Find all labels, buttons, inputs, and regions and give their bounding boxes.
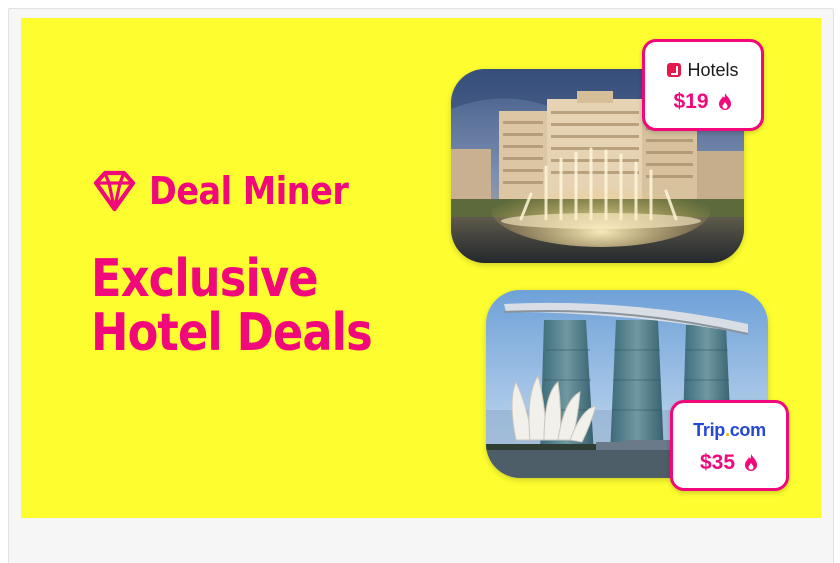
headline: Exclusive Hotel Deals bbox=[91, 252, 401, 360]
hotels-logo-icon bbox=[667, 63, 682, 77]
deal-badge-trip[interactable]: Trip.com $35 bbox=[670, 400, 789, 491]
deal-price: $35 bbox=[699, 450, 736, 474]
provider-name: Hotels bbox=[687, 59, 739, 80]
headline-line-2: Hotel Deals bbox=[91, 303, 373, 363]
provider-hotels: Hotels bbox=[667, 58, 739, 82]
brand-logo: Deal Miner bbox=[90, 168, 376, 214]
trip-logo-suffix: com bbox=[729, 420, 766, 440]
gem-icon bbox=[93, 170, 136, 212]
price-row: $35 bbox=[700, 452, 759, 473]
flame-icon bbox=[745, 453, 758, 471]
provider-trip: Trip.com bbox=[693, 419, 766, 443]
deal-badge-hotels[interactable]: Hotels $19 bbox=[642, 39, 764, 131]
ad-banner[interactable]: Deal Miner Exclusive Hotel Deals Hotels … bbox=[21, 18, 821, 518]
brand-name: Deal Miner bbox=[149, 169, 349, 213]
headline-line-1: Exclusive bbox=[91, 249, 319, 309]
deal-price: $19 bbox=[673, 90, 709, 113]
flame-icon bbox=[718, 93, 731, 110]
price-row: $19 bbox=[673, 91, 732, 112]
trip-logo-main: Trip bbox=[693, 420, 725, 440]
trip-logo: Trip.com bbox=[693, 420, 766, 441]
